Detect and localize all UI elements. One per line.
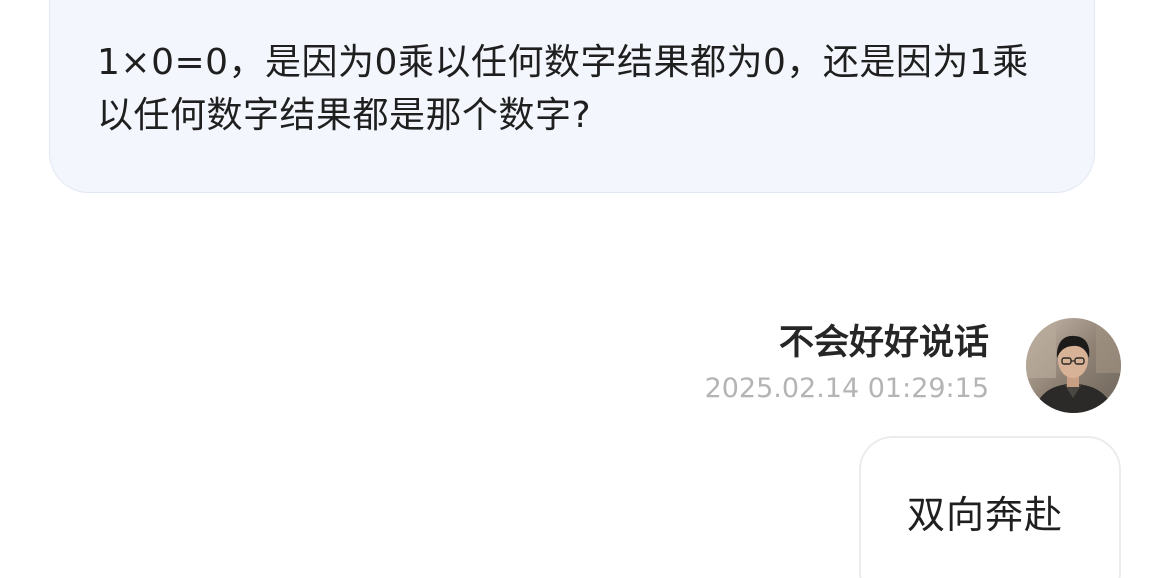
avatar[interactable] <box>1026 318 1121 413</box>
conversation-view: 1×0=0，是因为0乘以任何数字结果都为0，还是因为1乘以任何数字结果都是那个数… <box>0 0 1170 578</box>
question-text: 1×0=0，是因为0乘以任何数字结果都为0，还是因为1乘以任何数字结果都是那个数… <box>97 42 1029 136</box>
reply-header: 不会好好说话 2025.02.14 01:29:15 <box>705 318 989 408</box>
reply-message: 双向奔赴 <box>907 493 1064 537</box>
user-avatar-photo-icon <box>1026 318 1121 413</box>
reply-timestamp: 2025.02.14 01:29:15 <box>704 373 989 404</box>
author-name[interactable]: 不会好好说话 <box>705 318 989 368</box>
reply-bubble[interactable]: 双向奔赴 <box>859 436 1121 578</box>
